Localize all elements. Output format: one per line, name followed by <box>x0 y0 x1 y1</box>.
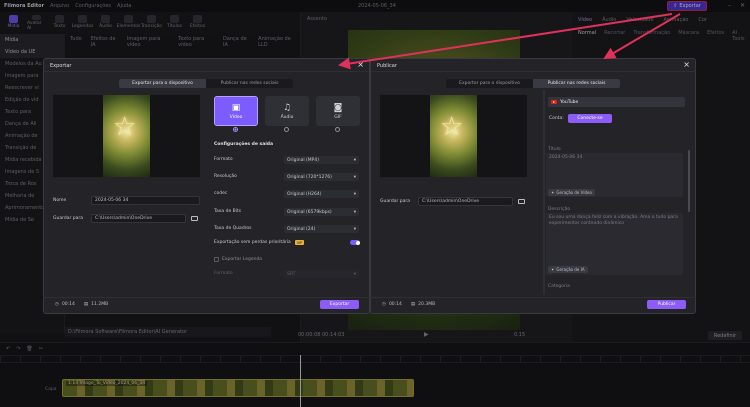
publish-duration: 00:14 <box>388 302 402 307</box>
save-path-value: C:\Users\admin\OneDrive <box>95 216 153 221</box>
export-mode-switch: Exportar para o dispositivo Publicar nas… <box>119 79 293 88</box>
save-path-input[interactable]: C:\Users\admin\OneDrive <box>91 214 186 223</box>
publish-save-path-value: C:\Users\admin\OneDrive <box>422 199 480 204</box>
tab-export-device[interactable]: Exportar para o dispositivo <box>446 79 533 88</box>
clock-icon: ◷ <box>382 302 386 307</box>
publish-save-path-input[interactable]: C:\Users\admin\OneDrive <box>418 197 513 206</box>
folder-icon[interactable] <box>191 216 198 221</box>
bitrate-select[interactable]: Original (6579kbps) ▾ <box>284 208 359 216</box>
generate-description-label: Geração de IA <box>556 267 585 272</box>
tab-publish-social[interactable]: Publicar nas redes sociais <box>533 79 620 88</box>
save-to-label: Guardar para <box>380 199 410 204</box>
publish-divider <box>543 90 545 295</box>
category-label: Categoria <box>548 284 570 289</box>
export-subtitle-checkbox[interactable] <box>214 257 219 262</box>
tab-export-device[interactable]: Exportar para o dispositivo <box>119 79 206 88</box>
format-select[interactable]: Original (MP4) ▾ <box>284 156 359 164</box>
save-to-label: Guardar para <box>53 216 83 221</box>
chevron-down-icon: ▾ <box>353 157 356 163</box>
export-duration: 00:14 <box>61 302 75 307</box>
format-audio-card[interactable]: ♫ Áudio <box>265 96 309 126</box>
file-icon: ▤ <box>410 302 416 307</box>
framerate-value: Original (24) <box>287 226 316 232</box>
setting-label: Formato <box>214 157 233 162</box>
setting-label: Taxa de Quadros <box>214 226 252 231</box>
chevron-down-icon: ▾ <box>353 174 356 180</box>
codec-value: Original (H264) <box>287 191 322 197</box>
connect-button[interactable]: Conecte-se <box>568 114 612 123</box>
setting-label: codec <box>214 191 228 196</box>
generate-title-label: Geração de Vídeo <box>556 190 592 195</box>
export-button[interactable]: Exportar <box>320 300 359 309</box>
tab-publish-social[interactable]: Publicar nas redes sociais <box>206 79 293 88</box>
title-label: Título <box>548 147 561 152</box>
clock-icon: ◷ <box>55 302 59 307</box>
publish-mode-switch: Exportar para o dispositivo Publicar nas… <box>446 79 620 88</box>
lossless-toggle[interactable] <box>350 240 360 245</box>
format-audio-label: Áudio <box>280 114 294 120</box>
description-label: Descrição <box>548 207 571 212</box>
format-audio-radio[interactable] <box>284 127 289 132</box>
format-gif-radio[interactable] <box>335 127 340 132</box>
framerate-select[interactable]: Original (24) ▾ <box>284 225 359 233</box>
account-label: Conta: <box>549 116 564 121</box>
publish-filesize: 20.3MB <box>418 302 436 307</box>
chevron-down-icon: ▾ <box>353 226 356 232</box>
lossless-label: Exportação sem perdas prioritária <box>214 240 291 245</box>
setting-label: Resolução <box>214 174 237 179</box>
format-gif-card[interactable]: ◙ GIF <box>316 96 360 126</box>
video-icon: ▣ <box>231 102 241 113</box>
format-value: Original (MP4) <box>287 157 320 163</box>
star-ornament-icon: ☆ <box>113 112 137 142</box>
vip-badge: VIP <box>295 240 304 245</box>
format-video-label: Vídeo <box>229 114 243 120</box>
title-value: 2024-05-06 34 <box>549 155 583 160</box>
subtitle-format-label: Formato <box>214 271 233 276</box>
chevron-down-icon: ▾ <box>353 209 356 215</box>
format-gif-label: GIF <box>334 114 342 120</box>
subtitle-format-select: SRT ▾ <box>284 270 359 278</box>
star-ornament-icon: ☆ <box>440 112 464 142</box>
export-info: ◷ 00:14 ▤ 11.2MB <box>55 302 108 307</box>
publish-info: ◷ 00:14 ▤ 20.3MB <box>382 302 435 307</box>
name-value: 2024-05-06 34 <box>95 198 129 203</box>
gif-icon: ◙ <box>333 102 343 113</box>
export-subtitle-label: Exportar Legenda <box>222 257 263 262</box>
generate-description-button[interactable]: ✦ Geração de IA <box>548 266 588 273</box>
publish-button[interactable]: Publicar <box>647 300 686 309</box>
chevron-down-icon: ▾ <box>353 271 356 277</box>
output-settings-title: Configurações de saída <box>214 142 274 147</box>
description-placeholder: Eu sou uma dança feliz com a vibração. A… <box>549 215 678 226</box>
export-dialog-title: Exportar <box>44 59 369 72</box>
resolution-select[interactable]: Original (720*1276) ▾ <box>284 173 359 181</box>
bitrate-value: Original (6579kbps) <box>287 209 332 215</box>
close-icon[interactable]: × <box>357 61 364 69</box>
setting-label: Taxa de Bits <box>214 209 242 214</box>
platform-name: YouTube <box>560 99 579 105</box>
publish-scrollbar[interactable] <box>688 150 690 212</box>
music-icon: ♫ <box>282 102 292 113</box>
codec-select[interactable]: Original (H264) ▾ <box>284 190 359 198</box>
sparkle-icon: ✦ <box>551 267 555 272</box>
chevron-down-icon: ▾ <box>353 191 356 197</box>
sparkle-icon: ✦ <box>551 190 555 195</box>
format-video-card[interactable]: ▣ Vídeo <box>214 96 258 126</box>
publish-dialog-title: Publicar <box>371 59 695 72</box>
subtitle-format-value: SRT <box>287 271 296 277</box>
close-icon[interactable]: × <box>683 61 690 69</box>
export-filesize: 11.2MB <box>91 302 109 307</box>
file-icon: ▤ <box>83 302 89 307</box>
format-video-radio[interactable] <box>233 127 238 132</box>
resolution-value: Original (720*1276) <box>287 174 332 180</box>
generate-title-button[interactable]: ✦ Geração de Vídeo <box>548 189 595 196</box>
youtube-icon <box>551 100 557 104</box>
name-input[interactable]: 2024-05-06 34 <box>91 196 200 205</box>
name-label: Nome <box>53 198 67 203</box>
platform-youtube[interactable]: YouTube <box>548 97 685 107</box>
folder-icon[interactable] <box>518 199 525 204</box>
